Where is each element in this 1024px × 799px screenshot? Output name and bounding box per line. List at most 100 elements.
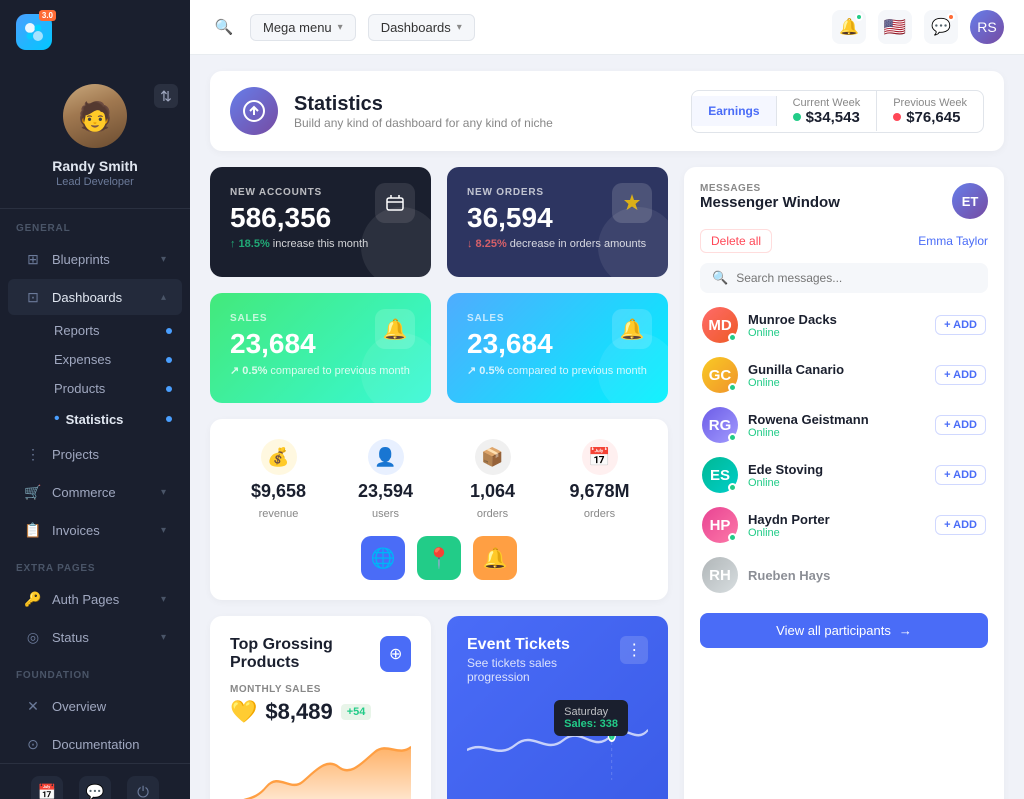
messenger-user-avatar[interactable]: ET [952, 183, 988, 219]
sidebar-item-products[interactable]: Products [44, 374, 182, 403]
sidebar-item-expenses[interactable]: Expenses [44, 345, 182, 374]
dashboards-submenu: Reports Expenses Products Statistics [44, 316, 182, 435]
total-orders-icon: 📅 [582, 439, 618, 475]
sidebar-item-label: Auth Pages [52, 592, 161, 607]
messenger-section-label: MESSAGES [700, 183, 840, 194]
power-icon-btn[interactable]: ⏻ [127, 776, 159, 799]
users-label: users [372, 508, 399, 520]
sidebar-item-reports[interactable]: Reports [44, 316, 182, 345]
messages-button[interactable]: 💬 [924, 10, 958, 44]
red-dot [893, 113, 901, 121]
sales-badge: +54 [341, 704, 372, 720]
contact-status: Online [748, 477, 925, 489]
tab-earnings[interactable]: Earnings [692, 96, 776, 126]
contact-name: Haydn Porter [748, 512, 925, 527]
dashboards-dropdown[interactable]: Dashboards ▾ [368, 14, 475, 41]
user-avatar-button[interactable]: RS [970, 10, 1004, 44]
online-indicator [728, 433, 737, 442]
dashboards-label: Dashboards [381, 20, 451, 35]
notifications-button[interactable]: 🔔 [832, 10, 866, 44]
events-more-button[interactable]: ⋮ [620, 636, 648, 664]
sidebar-item-overview[interactable]: ✕ Overview [8, 688, 182, 724]
contact-info: Rowena Geistmann Online [748, 412, 925, 439]
dashboards-icon: ⊡ [24, 288, 42, 306]
view-all-label: View all participants [776, 623, 891, 638]
contact-avatar: GC [702, 357, 738, 393]
sidebar-item-auth-pages[interactable]: 🔑 Auth Pages ▾ [8, 581, 182, 617]
contact-info: Rueben Hays [748, 568, 986, 583]
sidebar-item-commerce[interactable]: 🛒 Commerce ▾ [8, 474, 182, 510]
reports-dot [166, 328, 172, 334]
statistics-icon [230, 87, 278, 135]
contact-status: Online [748, 377, 925, 389]
total-orders-label: orders [584, 508, 615, 520]
contact-list: MD Munroe Dacks Online + ADD GC [700, 303, 988, 597]
sidebar-item-projects[interactable]: ⋮ Projects [8, 436, 182, 472]
event-chart: Saturday Sales: 338 [467, 700, 648, 780]
products-card-header: Top Grossing Products ⊕ [230, 636, 411, 672]
chevron-down-icon: ▾ [457, 22, 462, 33]
contact-status: Online [748, 327, 925, 339]
add-contact-button[interactable]: + ADD [935, 415, 986, 435]
section-label-extra: EXTRA PAGES [0, 549, 190, 580]
contact-status: Online [748, 427, 925, 439]
current-week-amount: $34,543 [793, 109, 860, 126]
main-grid: NEW ACCOUNTS 586,356 ↑ 18.5% increase th… [210, 167, 1004, 799]
add-contact-button[interactable]: + ADD [935, 465, 986, 485]
sidebar-item-label: Projects [52, 447, 166, 462]
version-badge: 3.0 [39, 10, 56, 21]
orders-icon: 📦 [475, 439, 511, 475]
contact-avatar: MD [702, 307, 738, 343]
sidebar-item-label: Dashboards [52, 290, 161, 305]
sidebar-item-label: Blueprints [52, 252, 161, 267]
messenger-search[interactable]: 🔍 [700, 263, 988, 293]
add-contact-button[interactable]: + ADD [935, 365, 986, 385]
profile-settings-btn[interactable]: ⇅ [154, 84, 178, 108]
sidebar-item-dashboards[interactable]: ⊡ Dashboards ▴ [8, 279, 182, 315]
delete-all-button[interactable]: Delete all [700, 229, 772, 253]
metric-cards-row: NEW ACCOUNTS 586,356 ↑ 18.5% increase th… [210, 167, 668, 403]
metric-card-new-accounts: NEW ACCOUNTS 586,356 ↑ 18.5% increase th… [210, 167, 431, 277]
products-card-icon[interactable]: ⊕ [380, 636, 411, 672]
metric-card-new-orders: NEW ORDERS 36,594 ↓ 8.25% decrease in or… [447, 167, 668, 277]
contact-name: Gunilla Canario [748, 362, 925, 377]
contact-avatar: RH [702, 557, 738, 593]
contact-item: ES Ede Stoving Online + ADD [700, 453, 988, 497]
earnings-tabs: Earnings Current Week $34,543 Previous W… [691, 90, 984, 133]
sidebar-logo: 3.0 [0, 0, 190, 64]
app-logo: 3.0 [16, 14, 52, 50]
location-button[interactable]: 📍 [417, 536, 461, 580]
revenue-icon: 💰 [261, 439, 297, 475]
chat-icon-btn[interactable]: 💬 [79, 776, 111, 799]
stat-total-orders: 📅 9,678M orders [551, 439, 648, 520]
revenue-label: revenue [259, 508, 299, 520]
sidebar-item-invoices[interactable]: 📋 Invoices ▾ [8, 512, 182, 548]
sidebar-item-statistics[interactable]: Statistics [44, 403, 182, 435]
contact-name: Rowena Geistmann [748, 412, 925, 427]
contact-avatar: RG [702, 407, 738, 443]
sidebar-item-label: Invoices [52, 523, 161, 538]
notification-button[interactable]: 🔔 [473, 536, 517, 580]
avatar-initials: RS [977, 19, 996, 35]
calendar-icon-btn[interactable]: 📅 [31, 776, 63, 799]
chevron-down-icon: ▾ [161, 254, 166, 265]
online-indicator [728, 533, 737, 542]
contact-info: Munroe Dacks Online [748, 312, 925, 339]
view-all-participants-button[interactable]: View all participants → [700, 613, 988, 648]
chevron-down-icon: ▾ [161, 525, 166, 536]
sidebar-item-blueprints[interactable]: ⊞ Blueprints ▾ [8, 241, 182, 277]
statistics-dot [166, 416, 172, 422]
sidebar-item-status[interactable]: ◎ Status ▾ [8, 619, 182, 655]
search-button[interactable]: 🔍 [210, 13, 238, 41]
search-input[interactable] [736, 271, 976, 285]
add-contact-button[interactable]: + ADD [935, 515, 986, 535]
sidebar-item-documentation[interactable]: ⊙ Documentation [8, 726, 182, 762]
total-orders-value: 9,678M [569, 481, 629, 502]
mega-menu-dropdown[interactable]: Mega menu ▾ [250, 14, 356, 41]
add-contact-button[interactable]: + ADD [935, 315, 986, 335]
language-selector[interactable]: 🇺🇸 [878, 10, 912, 44]
content-area: Statistics Build any kind of dashboard f… [190, 55, 1024, 799]
projects-icon: ⋮ [24, 445, 42, 463]
current-week-label: Current Week [793, 97, 861, 109]
global-button[interactable]: 🌐 [361, 536, 405, 580]
